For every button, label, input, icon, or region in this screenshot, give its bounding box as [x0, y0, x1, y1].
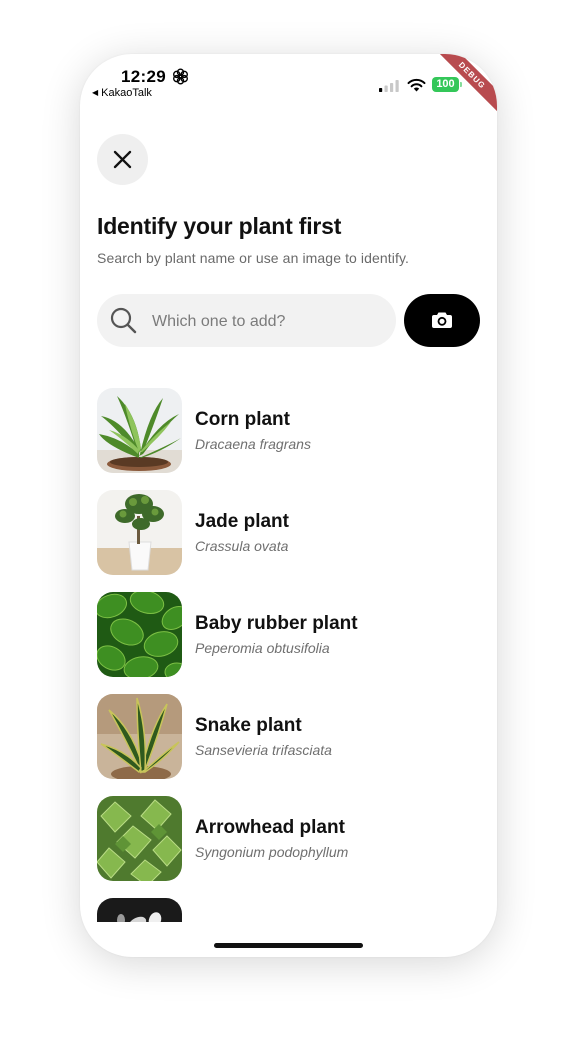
- camera-button[interactable]: [404, 294, 480, 347]
- plant-name: Corn plant: [195, 409, 290, 430]
- plant-scientific-name: Peperomia obtusifolia: [195, 640, 330, 656]
- plant-list-item[interactable]: Baby rubber plant Peperomia obtusifolia: [97, 592, 477, 694]
- back-arrow-icon: ◀: [92, 88, 99, 97]
- search-bar[interactable]: [97, 294, 396, 349]
- camera-icon: [432, 312, 452, 328]
- plant-name: Arrowhead plant: [195, 817, 345, 838]
- page-subtitle: Search by plant name or use an image to …: [97, 250, 410, 266]
- plant-list-item[interactable]: Arrowhead plant Syngonium podophyllum: [97, 796, 477, 898]
- plant-thumbnail: [97, 388, 182, 473]
- plant-name: Snake plant: [195, 715, 302, 736]
- plant-list-item[interactable]: Jade plant Crassula ovata: [97, 490, 477, 592]
- home-indicator[interactable]: [214, 943, 363, 948]
- plant-thumbnail: [97, 694, 182, 779]
- plant-scientific-name: Sansevieria trifasciata: [195, 742, 332, 758]
- plant-thumbnail: [97, 796, 182, 881]
- close-button[interactable]: [97, 134, 148, 185]
- plant-scientific-name: Crassula ovata: [195, 538, 289, 554]
- plant-scientific-name: Dracaena fragrans: [195, 436, 311, 452]
- search-icon: [110, 307, 137, 334]
- debug-banner: DEBUG: [437, 54, 497, 114]
- phone-screen: 12:29 ◀ KakaoTalk 100 DEBUG Identify you…: [80, 54, 497, 957]
- cellular-signal-icon: [379, 80, 399, 92]
- search-input[interactable]: [150, 294, 384, 349]
- plant-list: Corn plant Dracaena fragrans Jade plant …: [97, 388, 477, 922]
- plant-name: Baby rubber plant: [195, 613, 358, 634]
- wifi-icon: [407, 78, 426, 92]
- plant-list-item[interactable]: Corn plant Dracaena fragrans: [97, 388, 477, 490]
- plant-scientific-name: Syngonium podophyllum: [195, 844, 349, 860]
- plant-thumbnail: [97, 898, 182, 922]
- page-title: Identify your plant first: [97, 213, 342, 239]
- plant-list-item[interactable]: [97, 898, 477, 922]
- debug-label: DEBUG: [437, 54, 497, 114]
- back-app-label: KakaoTalk: [101, 87, 152, 99]
- status-bar: 12:29 ◀ KakaoTalk 100: [80, 54, 497, 102]
- flower-icon: [173, 68, 188, 85]
- plant-thumbnail: [97, 490, 182, 575]
- plant-name: Jade plant: [195, 511, 289, 532]
- back-to-app-link[interactable]: ◀ KakaoTalk: [92, 87, 152, 99]
- plant-thumbnail: [97, 592, 182, 677]
- plant-list-item[interactable]: Snake plant Sansevieria trifasciata: [97, 694, 477, 796]
- close-icon: [113, 150, 132, 169]
- status-time: 12:29: [121, 67, 166, 86]
